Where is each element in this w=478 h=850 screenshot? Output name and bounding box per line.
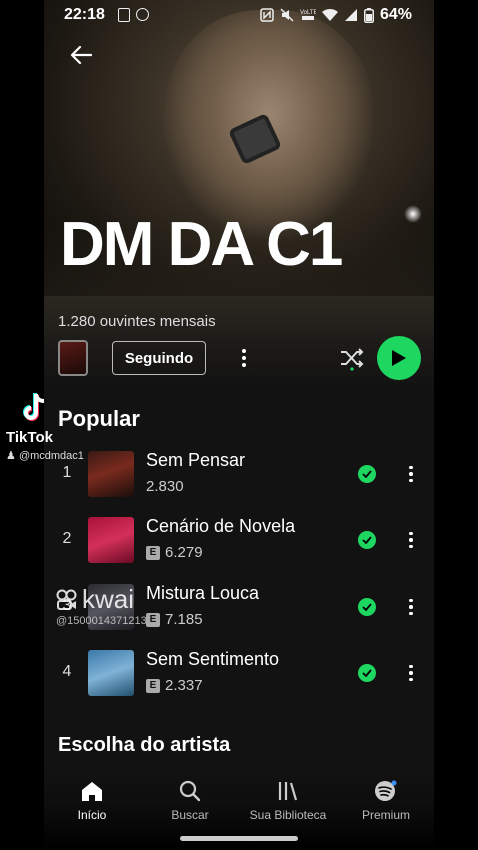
track-row[interactable]: 4 Sem Sentimento E 2.337	[44, 643, 434, 703]
wifi-icon	[321, 8, 338, 21]
track-title: Mistura Louca	[146, 583, 260, 603]
artist-thumbnail[interactable]	[58, 340, 88, 376]
kwai-user-id: @1500014371213	[56, 615, 147, 627]
track-title: Sem Sentimento	[146, 649, 280, 669]
monthly-listeners: 1.280 ouvintes mensais	[58, 313, 216, 330]
notification-icon	[118, 8, 130, 22]
track-more-button[interactable]	[404, 526, 418, 554]
explicit-badge: E	[146, 545, 160, 560]
play-button[interactable]	[377, 336, 421, 380]
track-cover	[88, 451, 134, 497]
tiktok-username: ♟ @mcdmdac1	[6, 449, 94, 462]
spotify-app: DM DA C1 1.280 ouvintes mensais Seguindo…	[44, 0, 434, 850]
nav-home[interactable]: Início	[47, 780, 137, 822]
saved-check-icon[interactable]	[358, 664, 376, 682]
battery-percent: 64%	[379, 6, 412, 23]
kwai-brand: kwai	[82, 584, 135, 614]
track-plays: 2.830	[146, 478, 184, 495]
library-icon	[278, 782, 298, 801]
tiktok-watermark: TikTok ♟ @mcdmdac1	[6, 392, 94, 462]
track-rank: 1	[62, 464, 72, 481]
shuffle-button[interactable]	[338, 344, 366, 372]
track-title: Cenário de Novela	[146, 516, 296, 536]
nav-library-label: Sua Biblioteca	[249, 808, 327, 822]
more-options-button[interactable]	[234, 344, 254, 372]
track-row[interactable]: 2 Cenário de Novela E 6.279	[44, 510, 434, 570]
kwai-logo-icon	[56, 589, 77, 610]
track-cover	[88, 517, 134, 563]
status-right: VoLTE 64%	[260, 6, 412, 24]
track-meta: E 7.185	[146, 611, 203, 628]
saved-check-icon[interactable]	[358, 465, 376, 483]
volte-icon: VoLTE	[300, 10, 316, 20]
tiktok-logo-icon	[23, 393, 45, 421]
messenger-icon	[136, 8, 149, 21]
notification-icons	[118, 8, 149, 22]
shuffle-icon	[341, 348, 364, 371]
track-rank: 4	[62, 663, 72, 680]
nav-premium[interactable]: Premium	[341, 780, 431, 822]
home-indicator[interactable]	[180, 836, 298, 841]
explicit-badge: E	[146, 612, 160, 627]
nav-home-label: Início	[77, 808, 107, 822]
track-title: Sem Pensar	[146, 450, 246, 470]
track-more-button[interactable]	[404, 593, 418, 621]
nav-library[interactable]: Sua Biblioteca	[243, 780, 333, 822]
artist-actions: Seguindo	[44, 336, 434, 380]
track-more-button[interactable]	[404, 460, 418, 488]
kwai-brand-row: kwai	[56, 584, 147, 615]
status-bar: 22:18 VoLTE 64%	[0, 0, 478, 32]
artist-name: DM DA C1	[60, 210, 343, 279]
track-plays: 6.279	[165, 544, 203, 561]
track-rank: 2	[62, 530, 72, 547]
following-button[interactable]: Seguindo	[112, 341, 206, 375]
saved-check-icon[interactable]	[358, 531, 376, 549]
nfc-icon	[260, 8, 274, 22]
nav-search[interactable]: Buscar	[145, 780, 235, 822]
status-time: 22:18	[64, 6, 105, 23]
svg-text:VoLTE: VoLTE	[300, 10, 316, 16]
home-icon	[82, 782, 102, 801]
tiktok-brand: TikTok	[6, 429, 53, 446]
phone-screen: 22:18 VoLTE 64% DM DA C1 1.280 ouvintes …	[0, 0, 478, 850]
track-meta: E 2.337	[146, 677, 203, 694]
user-icon: ♟	[6, 450, 16, 462]
kwai-watermark: kwai @1500014371213	[56, 584, 147, 627]
mute-icon	[280, 8, 294, 22]
track-meta: E 6.279	[146, 544, 203, 561]
battery-icon	[363, 7, 374, 23]
artist-pick-heading: Escolha do artista	[58, 734, 231, 756]
track-more-button[interactable]	[404, 659, 418, 687]
nav-premium-label: Premium	[361, 808, 410, 822]
track-cover	[88, 650, 134, 696]
play-icon	[392, 350, 406, 366]
spotify-icon	[375, 780, 397, 801]
track-plays: 7.185	[165, 611, 203, 628]
track-row[interactable]: 1 Sem Pensar 2.830	[44, 444, 434, 504]
track-meta: 2.830	[146, 478, 184, 495]
nav-search-label: Buscar	[171, 808, 209, 822]
track-plays: 2.337	[165, 677, 203, 694]
tiktok-username-text: @mcdmdac1	[18, 450, 84, 462]
search-icon	[179, 780, 201, 802]
back-button[interactable]	[66, 40, 96, 70]
arrow-left-icon	[70, 45, 92, 65]
signal-icon	[344, 9, 357, 21]
explicit-badge: E	[146, 678, 160, 693]
saved-check-icon[interactable]	[358, 598, 376, 616]
